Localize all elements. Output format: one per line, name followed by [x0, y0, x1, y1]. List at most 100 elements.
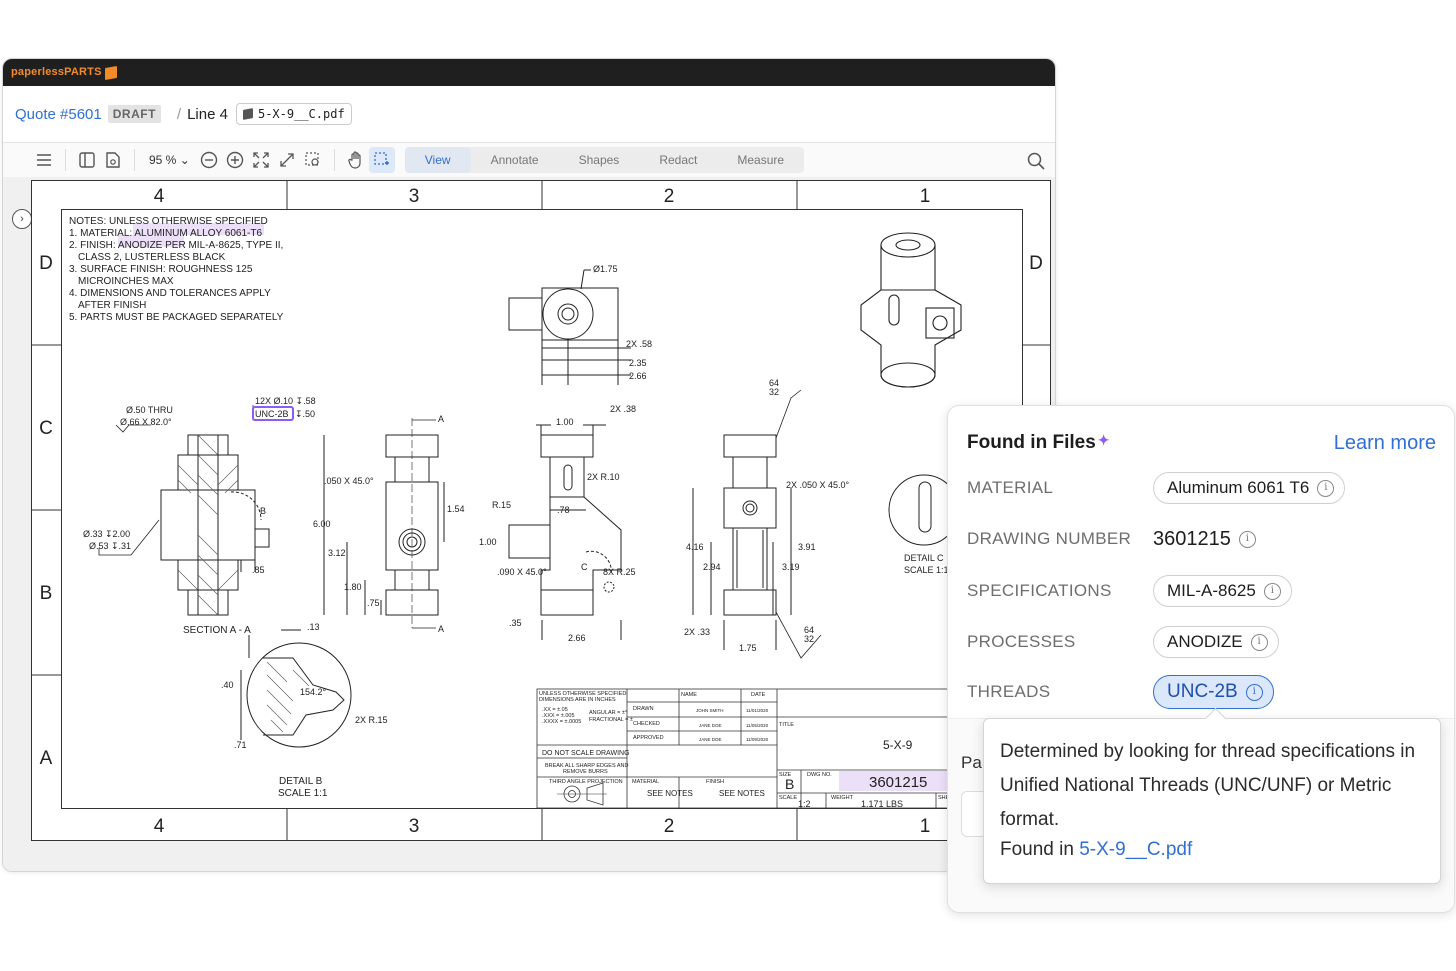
tab-view[interactable]: View	[404, 147, 471, 173]
tab-shapes[interactable]: Shapes	[559, 147, 640, 173]
detail-label: SCALE 1:1	[278, 788, 328, 799]
tab-annotate[interactable]: Annotate	[471, 147, 559, 173]
fit-page-icon[interactable]	[248, 147, 274, 173]
chevron-down-icon: ⌄	[179, 153, 190, 167]
tooltip-text: Determined by looking for thread specifi…	[1000, 741, 1416, 830]
dim-label: ↧.50	[295, 409, 315, 419]
select-region-icon[interactable]	[368, 147, 395, 173]
info-icon[interactable]: i	[1238, 530, 1256, 548]
detail-label: SCALE 1:1	[904, 565, 949, 575]
tb-text: FRACTIONAL = ±	[589, 717, 633, 723]
zoom-select[interactable]: 95 % ⌄	[143, 153, 196, 167]
tb-text: DATE	[751, 692, 766, 698]
end-view	[692, 389, 822, 659]
fullscreen-icon[interactable]	[274, 147, 300, 173]
zone-col-3: 3	[409, 186, 420, 207]
note-line: 1. MATERIAL: ALUMINUM ALLOY 6061-T6	[69, 228, 262, 239]
dim-label: 154.2°	[300, 687, 327, 697]
dim-label: 2X .33	[684, 627, 710, 637]
tb-text: TITLE	[779, 722, 794, 728]
property-label: THREADS	[967, 682, 1051, 701]
property-label: SPECIFICATIONS	[967, 581, 1112, 600]
engineering-drawing: 4 3 2 1 4 3 2 1 D C B A D NOTES: UNLESS …	[31, 180, 1051, 841]
specification-chip[interactable]: MIL-A-8625 i	[1153, 575, 1292, 607]
process-chip[interactable]: ANODIZE i	[1153, 626, 1279, 658]
zone-col-1-bottom: 1	[920, 816, 931, 837]
tab-redact[interactable]: Redact	[639, 147, 717, 173]
zone-row-a: A	[40, 748, 53, 769]
material-chip[interactable]: Aluminum 6061 T6 i	[1153, 472, 1346, 504]
property-row-processes: PROCESSES ANODIZE i	[967, 622, 1437, 662]
tab-measure[interactable]: Measure	[717, 147, 804, 173]
dim-label: 4.16	[686, 542, 704, 552]
breadcrumb: Quote #5601 DRAFT / Line 4 5-X-9__C.pdf	[3, 86, 1055, 143]
zoom-in-icon[interactable]	[222, 147, 248, 173]
dim-label: 32	[804, 634, 814, 644]
viewer-toolbar: 95 % ⌄ View Annotate Shapes Redact Measu…	[3, 143, 1055, 178]
dim-label: 2X R.10	[587, 472, 620, 482]
thread-callout: UNC-2B	[255, 409, 289, 419]
info-icon[interactable]: i	[1250, 633, 1268, 651]
tb-text: JANE DOE	[699, 737, 722, 742]
dim-label: Ø1.75	[593, 264, 618, 274]
tb-text: JOHN SMITH	[696, 708, 724, 713]
tb-text: DRAWN	[633, 706, 654, 712]
dim-label: Ø.33 ↧2.00	[83, 529, 130, 539]
tb-text: JANE DOE	[699, 723, 722, 728]
dim-label: 2.66	[568, 633, 586, 643]
quote-link[interactable]: Quote #5601	[15, 106, 102, 123]
marquee-zoom-icon[interactable]	[300, 147, 326, 173]
dim-label: 6.00	[313, 519, 331, 529]
isometric-view	[860, 232, 962, 388]
section-tag: A	[438, 414, 444, 424]
drawing-page: 4 3 2 1 4 3 2 1 D C B A D NOTES: UNLESS …	[31, 180, 1051, 841]
detail-tag: B	[260, 506, 266, 516]
info-icon[interactable]: i	[1263, 582, 1281, 600]
side-view	[508, 424, 622, 640]
note-line: AFTER FINISH	[78, 300, 146, 311]
zone-row-d-right: D	[1029, 253, 1043, 274]
info-icon[interactable]: i	[1317, 479, 1335, 497]
dim-label: 3.91	[798, 542, 816, 552]
tb-text: SEE NOTES	[647, 789, 693, 798]
tb-text: DO NOT SCALE DRAWING	[542, 750, 630, 757]
tb-text: DIMENSIONS ARE IN INCHES	[539, 697, 616, 703]
document-settings-icon[interactable]	[100, 147, 126, 173]
tb-text: ANGULAR = ±°	[589, 710, 627, 716]
tb-text: APPROVED	[633, 735, 664, 741]
detail-tag: C	[581, 562, 588, 572]
menu-icon[interactable]	[31, 147, 57, 173]
brand-logo[interactable]: paperlessPARTS	[11, 65, 117, 80]
source-file-link[interactable]: 5-X-9__C.pdf	[1079, 839, 1192, 860]
tb-text: WEIGHT	[831, 795, 854, 801]
tb-text: 1:2	[798, 799, 811, 809]
info-icon[interactable]: i	[1245, 683, 1263, 701]
thread-chip[interactable]: UNC-2B i	[1153, 675, 1274, 709]
dim-label: Ø.53 ↧.31	[89, 541, 131, 551]
property-label: DRAWING NUMBER	[967, 529, 1132, 548]
detail-label: DETAIL C	[904, 553, 944, 563]
dim-label: 1.75	[739, 643, 757, 653]
zone-col-2: 2	[664, 186, 675, 207]
dim-label: 1.80	[344, 582, 362, 592]
property-row-specifications: SPECIFICATIONS MIL-A-8625 i	[967, 571, 1437, 611]
document-viewer[interactable]: › 4 3 2 1 4 3 2 1 D C B A D NOTES: UNLES…	[3, 177, 1055, 871]
line-label: Line 4	[187, 105, 228, 123]
expand-sidebar-icon[interactable]: ›	[12, 209, 32, 229]
dim-label: 1.00	[556, 417, 574, 427]
dim-label: 2X R.15	[355, 715, 388, 725]
sidebar-panel-icon[interactable]	[74, 147, 100, 173]
file-chip[interactable]: 5-X-9__C.pdf	[235, 103, 352, 125]
note-line: 3. SURFACE FINISH: ROUGHNESS 125	[69, 264, 253, 275]
property-label: PROCESSES	[967, 632, 1076, 651]
learn-more-link[interactable]: Learn more	[1334, 432, 1436, 455]
pan-hand-icon[interactable]	[343, 147, 369, 173]
dim-label: 2X .58	[626, 339, 652, 349]
top-view	[508, 269, 631, 385]
dim-label: 2.66	[629, 371, 647, 381]
search-icon[interactable]	[1023, 148, 1049, 174]
tb-text: 11/09/2020	[746, 737, 769, 742]
zoom-out-icon[interactable]	[196, 147, 222, 173]
zone-col-3-bottom: 3	[409, 816, 420, 837]
lower-label: Pa	[961, 753, 982, 772]
